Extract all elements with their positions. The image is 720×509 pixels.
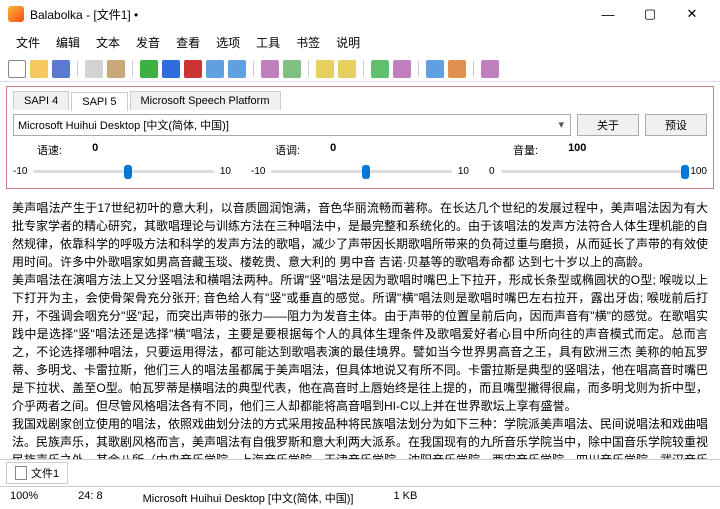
- pitch-value: 0: [330, 142, 336, 158]
- volume-min: 0: [489, 166, 495, 177]
- paragraph-1: 美声唱法产生于17世纪初叶的意大利，以音质圆润饱满，音色华丽流畅而著称。在长达几…: [12, 199, 708, 271]
- open-icon[interactable]: [30, 60, 48, 78]
- status-zoom: 100%: [10, 490, 38, 506]
- rate-min: -10: [13, 166, 27, 177]
- status-position: 24: 8: [78, 490, 102, 506]
- document-tab-label: 文件1: [31, 465, 59, 481]
- about-button[interactable]: 关于: [577, 114, 639, 136]
- menu-speech[interactable]: 发音: [128, 30, 168, 55]
- rate-label: 语速:: [37, 142, 62, 158]
- text-content[interactable]: 美声唱法产生于17世纪初叶的意大利，以音质圆润饱满，音色华丽流畅而著称。在长达几…: [0, 193, 720, 459]
- preset-button[interactable]: 预设: [645, 114, 707, 136]
- paste-icon[interactable]: [107, 60, 125, 78]
- menu-help[interactable]: 说明: [328, 30, 368, 55]
- play-icon[interactable]: [140, 60, 158, 78]
- pitch-slider[interactable]: [271, 162, 451, 180]
- window-title: Balabolka - [文件1] •: [30, 6, 588, 23]
- menu-view[interactable]: 查看: [168, 30, 208, 55]
- rate-value: 0: [92, 142, 98, 158]
- minimize-button[interactable]: —: [588, 2, 628, 26]
- rate-max: 10: [220, 166, 231, 177]
- prev-icon[interactable]: [206, 60, 224, 78]
- menu-tools[interactable]: 工具: [248, 30, 288, 55]
- stop-icon[interactable]: [184, 60, 202, 78]
- tool7-icon[interactable]: [481, 60, 499, 78]
- document-tab[interactable]: 文件1: [6, 462, 68, 484]
- voice-select[interactable]: Microsoft Huihui Desktop [中文(简体, 中国)]: [13, 114, 571, 136]
- record-icon[interactable]: [261, 60, 279, 78]
- document-icon: [15, 466, 27, 480]
- volume-max: 100: [690, 166, 707, 177]
- menu-options[interactable]: 选项: [208, 30, 248, 55]
- close-button[interactable]: ✕: [672, 2, 712, 26]
- rate-slider[interactable]: [33, 162, 213, 180]
- tool4-icon[interactable]: [393, 60, 411, 78]
- status-size: 1 KB: [393, 490, 417, 506]
- tool3-icon[interactable]: [371, 60, 389, 78]
- tab-msp[interactable]: Microsoft Speech Platform: [130, 91, 281, 110]
- volume-slider[interactable]: [501, 162, 685, 180]
- save-icon[interactable]: [52, 60, 70, 78]
- app-icon: [8, 6, 24, 22]
- tab-sapi5[interactable]: SAPI 5: [71, 92, 127, 111]
- paragraph-2: 美声唱法在演唱方法上又分竖唱法和横唱法两种。所谓"竖"唱法是因为歌唱时嘴巴上下拉…: [12, 271, 708, 415]
- pitch-max: 10: [458, 166, 469, 177]
- volume-label: 音量:: [513, 142, 538, 158]
- tool2-icon[interactable]: [338, 60, 356, 78]
- tool1-icon[interactable]: [316, 60, 334, 78]
- pause-icon[interactable]: [162, 60, 180, 78]
- tool5-icon[interactable]: [426, 60, 444, 78]
- next-icon[interactable]: [228, 60, 246, 78]
- menu-bookmarks[interactable]: 书签: [288, 30, 328, 55]
- tab-sapi4[interactable]: SAPI 4: [13, 91, 69, 110]
- menu-text[interactable]: 文本: [88, 30, 128, 55]
- volume-value: 100: [568, 142, 586, 158]
- tool6-icon[interactable]: [448, 60, 466, 78]
- copy-icon[interactable]: [85, 60, 103, 78]
- pitch-label: 语调:: [275, 142, 300, 158]
- status-voice: Microsoft Huihui Desktop [中文(简体, 中国)]: [143, 490, 354, 506]
- maximize-button[interactable]: ▢: [630, 2, 670, 26]
- menu-file[interactable]: 文件: [8, 30, 48, 55]
- new-icon[interactable]: [8, 60, 26, 78]
- menu-edit[interactable]: 编辑: [48, 30, 88, 55]
- paragraph-3: 我国戏剧家创立使用的唱法，依照戏曲划分法的方式采用按品种将民族唱法划分为如下三种…: [12, 415, 708, 459]
- sound-icon[interactable]: [283, 60, 301, 78]
- pitch-min: -10: [251, 166, 265, 177]
